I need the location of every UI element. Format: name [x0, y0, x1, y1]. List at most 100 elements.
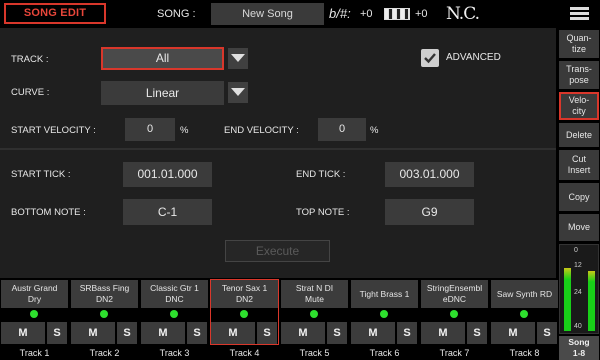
- advanced-label: ADVANCED: [446, 52, 501, 63]
- track-label: Track 3: [159, 348, 190, 358]
- execute-button[interactable]: Execute: [225, 240, 330, 262]
- song-bank-button[interactable]: Song 1-8: [559, 336, 599, 360]
- mode-title[interactable]: SONG EDIT: [4, 3, 106, 24]
- mute-button[interactable]: M: [71, 322, 115, 344]
- velocity-button-label: Velo- city: [568, 95, 590, 116]
- solo-button[interactable]: S: [117, 322, 137, 344]
- track-strip: Strat N DI Mute M S Track 5: [280, 279, 349, 360]
- checkmark-icon: [424, 53, 436, 64]
- meter-tick: 12: [574, 262, 582, 269]
- track-activity-led: [240, 310, 248, 318]
- chevron-down-icon: [231, 88, 245, 96]
- mute-button[interactable]: M: [211, 322, 255, 344]
- delete-button-label: Delete: [565, 129, 592, 140]
- track-name[interactable]: Saw Synth RD: [491, 280, 558, 308]
- end-velocity-unit: %: [370, 125, 379, 136]
- curve-dropdown-button[interactable]: [228, 82, 248, 103]
- move-button-label: Move: [567, 222, 590, 232]
- solo-button[interactable]: S: [257, 322, 277, 344]
- song-label: SONG :: [157, 8, 196, 20]
- start-tick-label: START TICK :: [11, 169, 71, 180]
- track-activity-led: [450, 310, 458, 318]
- track-name[interactable]: StringEnsembl eDNC: [421, 280, 488, 308]
- solo-button[interactable]: S: [187, 322, 207, 344]
- track-strip: StringEnsembl eDNC M S Track 7: [420, 279, 489, 360]
- bottom-note-label: BOTTOM NOTE :: [11, 207, 86, 218]
- track-name[interactable]: Strat N DI Mute: [281, 280, 348, 308]
- keyboard-icon: [384, 8, 410, 20]
- move-button[interactable]: Move: [559, 214, 599, 241]
- start-velocity-unit: %: [180, 125, 189, 136]
- meter-bar-right: [588, 270, 595, 331]
- solo-button[interactable]: S: [467, 322, 487, 344]
- top-bar: SONG EDIT SONG : New Song b/#: +0 +0 N.C…: [0, 0, 600, 28]
- quantize-button[interactable]: Quan- tize: [559, 30, 599, 58]
- track-activity-led: [380, 310, 388, 318]
- solo-button[interactable]: S: [327, 322, 347, 344]
- transpose-button[interactable]: Trans- pose: [559, 61, 599, 89]
- end-velocity-label: END VELOCITY :: [224, 125, 299, 136]
- track-activity-led: [30, 310, 38, 318]
- track-strip-selected: Tenor Sax 1 DN2 M S Track 4: [210, 279, 279, 360]
- track-strips: Austr Grand Dry M S Track 1 SRBass Fing …: [0, 279, 559, 360]
- track-name[interactable]: Tenor Sax 1 DN2: [211, 280, 278, 308]
- track-activity-led: [100, 310, 108, 318]
- track-strip: SRBass Fing DN2 M S Track 2: [70, 279, 139, 360]
- track-label: Track 8: [509, 348, 540, 358]
- track-activity-led: [520, 310, 528, 318]
- mute-button[interactable]: M: [351, 322, 395, 344]
- mute-button[interactable]: M: [421, 322, 465, 344]
- transpose-label: b/#:: [329, 6, 351, 21]
- advanced-checkbox[interactable]: [421, 49, 439, 67]
- velocity-button[interactable]: Velo- city: [559, 92, 599, 120]
- track-strip: Saw Synth RD M S Track 8: [490, 279, 559, 360]
- end-tick-field[interactable]: 003.01.000: [385, 162, 474, 187]
- delete-button[interactable]: Delete: [559, 123, 599, 147]
- bottom-note-field[interactable]: C-1: [123, 199, 212, 225]
- chord-display: N.C.: [446, 4, 480, 24]
- solo-button[interactable]: S: [537, 322, 557, 344]
- solo-button[interactable]: S: [397, 322, 417, 344]
- end-tick-label: END TICK :: [296, 169, 346, 180]
- section-divider: [0, 148, 556, 150]
- hamburger-menu-icon[interactable]: [570, 7, 589, 21]
- track-select[interactable]: All: [101, 47, 224, 70]
- cut-insert-button[interactable]: Cut Insert: [559, 150, 599, 180]
- track-label: Track 7: [439, 348, 470, 358]
- top-note-field[interactable]: G9: [385, 199, 474, 225]
- curve-label: CURVE :: [11, 87, 50, 98]
- meter-bar-left: [564, 268, 571, 331]
- mute-button[interactable]: M: [281, 322, 325, 344]
- track-strip: Classic Gtr 1 DNC M S Track 3: [140, 279, 209, 360]
- track-strip: Austr Grand Dry M S Track 1: [0, 279, 69, 360]
- meter-tick: 24: [574, 289, 582, 296]
- copy-button[interactable]: Copy: [559, 183, 599, 211]
- keyboard-transpose-value[interactable]: +0: [415, 8, 428, 20]
- level-meter: 0 12 24 40: [559, 244, 599, 334]
- end-velocity-field[interactable]: 0: [318, 118, 366, 141]
- mute-button[interactable]: M: [491, 322, 535, 344]
- track-name[interactable]: Tight Brass 1: [351, 280, 418, 308]
- transpose-button-label: Trans- pose: [566, 64, 592, 85]
- song-name-field[interactable]: New Song: [211, 3, 324, 25]
- start-velocity-label: START VELOCITY :: [11, 125, 96, 136]
- start-tick-field[interactable]: 001.01.000: [123, 162, 212, 187]
- mute-button[interactable]: M: [141, 322, 185, 344]
- solo-button[interactable]: S: [47, 322, 67, 344]
- track-name[interactable]: SRBass Fing DN2: [71, 280, 138, 308]
- track-name[interactable]: Austr Grand Dry: [1, 280, 68, 308]
- track-name[interactable]: Classic Gtr 1 DNC: [141, 280, 208, 308]
- cut-insert-button-label: Cut Insert: [567, 154, 591, 175]
- copy-button-label: Copy: [568, 191, 590, 202]
- curve-select[interactable]: Linear: [101, 81, 224, 105]
- meter-tick: 40: [574, 323, 582, 330]
- track-strip: Tight Brass 1 M S Track 6: [350, 279, 419, 360]
- track-dropdown-button[interactable]: [228, 48, 248, 69]
- track-activity-led: [170, 310, 178, 318]
- quantize-button-label: Quan- tize: [566, 33, 592, 54]
- start-velocity-field[interactable]: 0: [125, 118, 175, 141]
- transpose-value[interactable]: +0: [360, 8, 373, 20]
- top-note-label: TOP NOTE :: [296, 207, 350, 218]
- meter-tick: 0: [574, 247, 578, 254]
- mute-button[interactable]: M: [1, 322, 45, 344]
